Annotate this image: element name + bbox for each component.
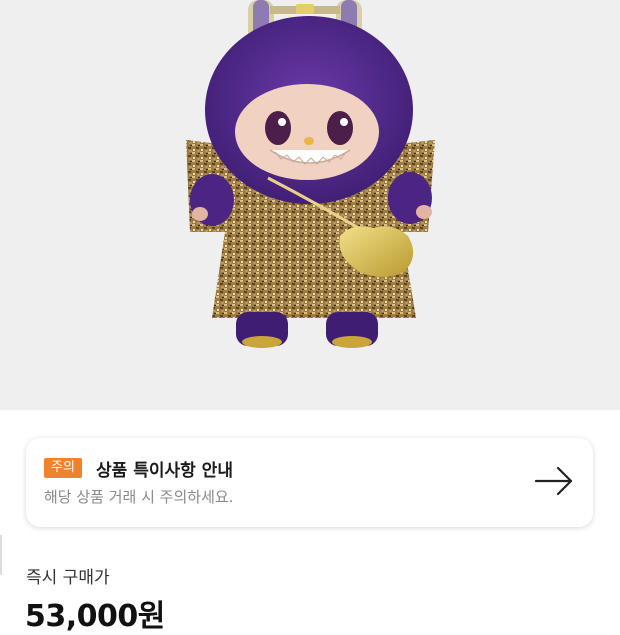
notice-description: 해당 상품 거래 시 주의하세요. (44, 488, 234, 506)
right-eye (327, 111, 353, 145)
product-photo (186, 0, 435, 348)
divider-mark (0, 535, 2, 575)
arrow-right-icon[interactable] (534, 465, 574, 497)
face (235, 84, 379, 180)
caution-badge: 주의 (44, 458, 82, 478)
notice-card[interactable]: 주의 상품 특이사항 안내 해당 상품 거래 시 주의하세요. (26, 438, 593, 527)
notice-title: 상품 특이사항 안내 (96, 461, 233, 481)
left-eye (265, 111, 291, 145)
product-image[interactable] (0, 0, 620, 410)
price-label: 즉시 구매가 (26, 568, 110, 588)
price-value: 53,000원 (25, 599, 165, 634)
